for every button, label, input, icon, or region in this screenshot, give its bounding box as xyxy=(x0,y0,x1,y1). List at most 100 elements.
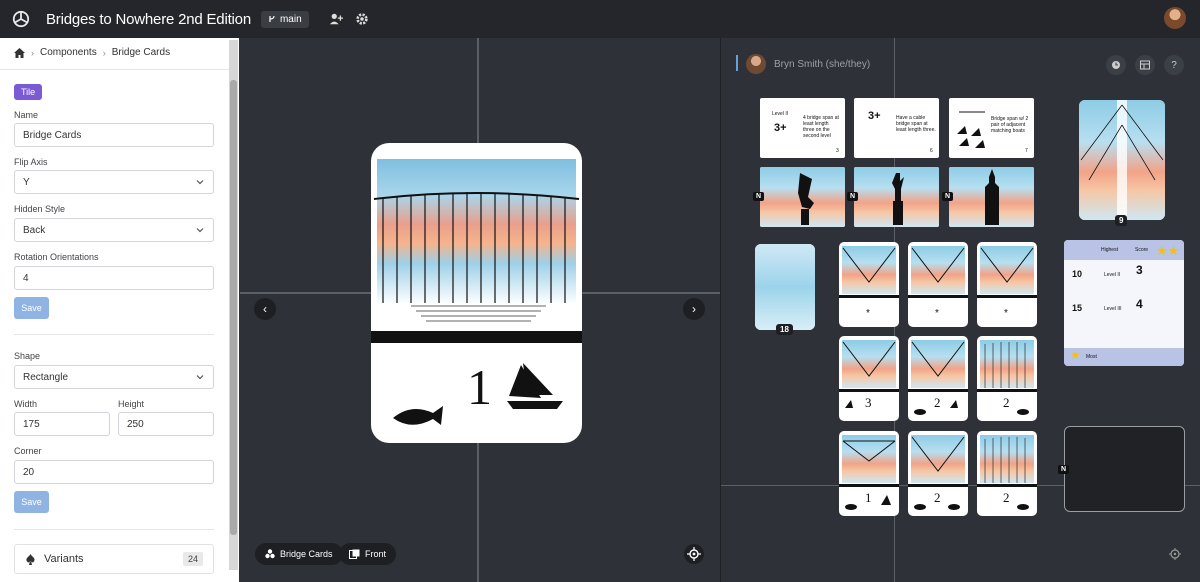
card-preview[interactable]: 1 xyxy=(371,143,582,443)
height-field[interactable]: 250 xyxy=(118,412,214,436)
user-accent xyxy=(736,55,738,71)
bridge-card[interactable]: 2 xyxy=(908,431,968,516)
branch-selector[interactable]: main xyxy=(260,10,309,28)
width-label: Width xyxy=(14,399,38,409)
side-chip[interactable]: Front xyxy=(339,543,397,565)
prev-card-button[interactable]: ‹ xyxy=(254,298,276,320)
svg-text:*: * xyxy=(935,308,939,319)
recenter-button[interactable] xyxy=(684,544,704,564)
bridge-card[interactable]: * xyxy=(977,242,1037,327)
chevron-right-icon: › xyxy=(692,302,696,316)
crosshair-icon xyxy=(1169,548,1181,560)
card-number: 3 xyxy=(865,395,872,410)
rotation-field[interactable]: 4 xyxy=(14,266,214,290)
bridge-stack-card[interactable] xyxy=(1079,100,1165,220)
name-value: Bridge Cards xyxy=(23,129,82,141)
card-deck[interactable] xyxy=(755,244,815,330)
breadcrumb: › Components › Bridge Cards xyxy=(14,47,170,58)
component-type-tag: Tile xyxy=(14,84,43,100)
home-icon[interactable] xyxy=(14,47,25,58)
bridge-card[interactable]: 3 xyxy=(839,336,899,421)
variants-label: Variants xyxy=(44,553,84,565)
app-logo-icon[interactable] xyxy=(12,10,30,28)
card-description: Have a cable bridge span at least length… xyxy=(896,115,936,133)
score-card[interactable]: Highest Score ★★ 10 Level II 3 15 Level … xyxy=(1064,240,1184,366)
flip-axis-select[interactable]: Y xyxy=(14,170,214,194)
landmark-tile[interactable] xyxy=(760,167,845,227)
add-user-icon[interactable] xyxy=(329,12,343,26)
deck-count: 18 xyxy=(776,324,793,335)
shape-label: Shape xyxy=(14,351,41,361)
width-field[interactable]: 175 xyxy=(14,412,110,436)
objective-card[interactable]: Level II 3+ 4 bridge span at least lengt… xyxy=(760,98,845,158)
objective-card[interactable]: 3+ Have a cable bridge span at least len… xyxy=(854,98,939,158)
rotation-label: Rotation Orientations xyxy=(14,252,99,262)
objective-card[interactable]: Bridge span w/ 2 pair of adjacent matchi… xyxy=(949,98,1034,158)
history-button[interactable] xyxy=(1106,55,1126,75)
divider xyxy=(14,334,214,335)
card-number: 2 xyxy=(1003,395,1010,410)
score-row-value: 3 xyxy=(1136,263,1143,277)
corner-label: Corner xyxy=(14,446,42,456)
side-chip-label: Front xyxy=(365,549,387,559)
chevron-right-icon: › xyxy=(102,47,106,58)
bridge-lines: * xyxy=(908,247,968,319)
help-button[interactable]: ? xyxy=(1164,55,1184,75)
corner-field[interactable]: 20 xyxy=(14,460,214,484)
hidden-style-select[interactable]: Back xyxy=(14,218,214,242)
grid-icon xyxy=(1140,60,1150,70)
landmark-tile[interactable] xyxy=(854,167,939,227)
card-number: 2 xyxy=(934,490,941,505)
chevron-down-icon xyxy=(196,180,204,185)
width-value: 175 xyxy=(23,418,40,430)
component-chip[interactable]: Bridge Cards xyxy=(255,543,343,565)
sidebar-scroll-thumb[interactable] xyxy=(230,80,237,535)
card-number: 3 xyxy=(836,148,839,154)
bridge-card[interactable]: * xyxy=(908,242,968,327)
save-button[interactable]: Save xyxy=(14,297,49,319)
next-card-button[interactable]: › xyxy=(683,298,705,320)
card-number: 7 xyxy=(1025,148,1028,154)
components-icon xyxy=(265,549,275,559)
clock-icon xyxy=(1112,61,1120,69)
bridge-card[interactable]: * xyxy=(839,242,899,327)
layout-button[interactable] xyxy=(1135,55,1155,75)
horse-statue-icon xyxy=(798,173,814,225)
bridge-card[interactable]: 2 xyxy=(977,431,1037,516)
chevron-right-icon: › xyxy=(31,47,34,58)
component-chip-label: Bridge Cards xyxy=(280,549,333,559)
landmark-tile[interactable] xyxy=(949,167,1034,227)
svg-text:*: * xyxy=(866,308,870,319)
bridge-lines: * xyxy=(977,247,1037,319)
shape-select[interactable]: Rectangle xyxy=(14,365,214,389)
layout-recenter-button[interactable] xyxy=(1165,544,1185,564)
bridge-card[interactable]: 2 xyxy=(977,336,1037,421)
name-field[interactable]: Bridge Cards xyxy=(14,123,214,147)
breadcrumb-bridge-cards[interactable]: Bridge Cards xyxy=(112,47,170,58)
save-shape-button[interactable]: Save xyxy=(14,491,49,513)
card-number: 2 xyxy=(1003,490,1010,505)
branch-icon xyxy=(269,15,275,22)
bridge-tower-illustration xyxy=(1080,100,1164,220)
empty-card-slot[interactable] xyxy=(1064,426,1185,512)
bridge-lines: * xyxy=(839,247,899,319)
chevron-left-icon: ‹ xyxy=(263,302,267,316)
bridge-card[interactable]: 2 xyxy=(908,336,968,421)
bridge-card[interactable]: 1 xyxy=(839,431,899,516)
crosshair-icon xyxy=(687,547,701,561)
gear-icon[interactable] xyxy=(355,12,369,26)
score-header-right: Score xyxy=(1135,247,1149,253)
flip-axis-label: Flip Axis xyxy=(14,157,48,167)
star-icon: ★★ xyxy=(1156,243,1180,258)
variants-panel[interactable]: Variants 24 xyxy=(14,544,214,574)
score-row-points: 15 xyxy=(1072,303,1083,313)
card-description: Bridge span w/ 2 pair of adjacent matchi… xyxy=(991,116,1029,134)
hidden-style-label: Hidden Style xyxy=(14,204,66,214)
chevron-down-icon xyxy=(196,375,204,380)
breadcrumb-components[interactable]: Components xyxy=(40,47,97,58)
svg-text:*: * xyxy=(1004,308,1008,319)
rotation-value: 4 xyxy=(23,272,29,284)
user-avatar[interactable] xyxy=(1164,7,1186,29)
collaborator-avatar[interactable] xyxy=(746,54,766,74)
panel-divider xyxy=(720,38,721,582)
